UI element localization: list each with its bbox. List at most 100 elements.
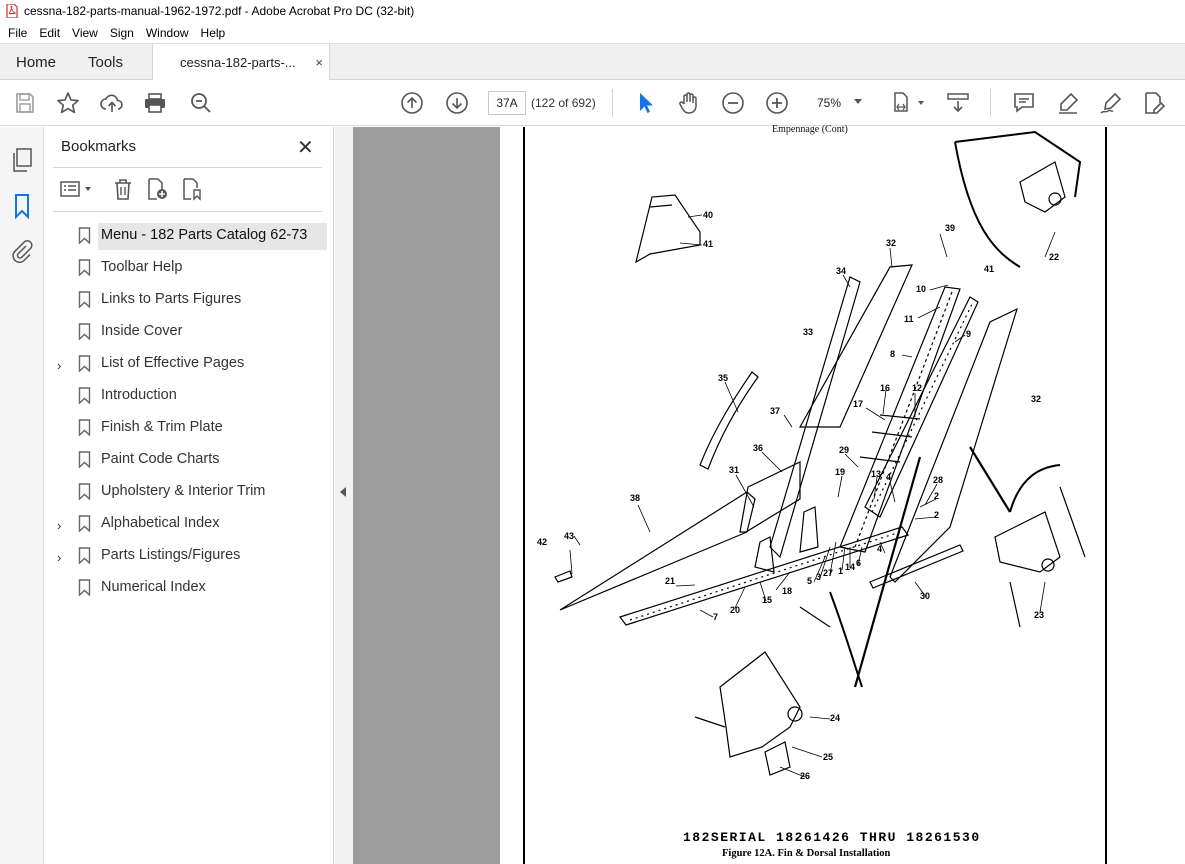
bookmark-label: Numerical Index bbox=[101, 579, 206, 595]
svg-text:21: 21 bbox=[665, 576, 675, 586]
bookmark-item-introduction[interactable]: Introduction bbox=[44, 380, 334, 412]
bookmark-item-upholstery-interior-trim[interactable]: Upholstery & Interior Trim bbox=[44, 476, 334, 508]
bookmark-label: Toolbar Help bbox=[101, 259, 183, 275]
svg-text:1: 1 bbox=[838, 566, 843, 576]
svg-text:22: 22 bbox=[1049, 252, 1059, 262]
select-cursor-icon[interactable] bbox=[634, 91, 658, 115]
detail-outline bbox=[829, 591, 863, 688]
close-tab-icon[interactable]: × bbox=[315, 55, 323, 70]
bookmark-search-icon[interactable] bbox=[180, 177, 204, 201]
bookmark-list: Menu - 182 Parts Catalog 62-73 Toolbar H… bbox=[44, 220, 334, 604]
close-icon[interactable]: ✕ bbox=[297, 135, 314, 160]
main-toolbar: 37A (122 of 692) 75% bbox=[0, 80, 1185, 126]
menu-help[interactable]: Help bbox=[195, 26, 232, 40]
svg-text:34: 34 bbox=[836, 266, 846, 276]
chevron-right-icon[interactable]: › bbox=[57, 518, 61, 533]
svg-text:24: 24 bbox=[830, 713, 840, 723]
bookmark-item-numerical-index[interactable]: Numerical Index bbox=[44, 572, 334, 604]
bookmark-flag-icon bbox=[78, 547, 91, 564]
bookmark-label: Parts Listings/Figures bbox=[101, 547, 241, 563]
svg-text:14: 14 bbox=[845, 562, 855, 572]
hand-icon[interactable] bbox=[677, 91, 701, 115]
svg-text:2: 2 bbox=[934, 491, 939, 501]
svg-text:19: 19 bbox=[835, 467, 845, 477]
bookmark-flag-icon bbox=[78, 387, 91, 404]
delete-bookmark-icon[interactable] bbox=[111, 177, 135, 201]
panel-collapse-strip[interactable] bbox=[335, 127, 353, 864]
tab-document[interactable]: cessna-182-parts-... × bbox=[152, 44, 330, 81]
bookmark-item-paint-code-charts[interactable]: Paint Code Charts bbox=[44, 444, 334, 476]
detail-lines bbox=[694, 606, 831, 728]
lower-channel bbox=[619, 526, 909, 626]
bookmark-item-list-of-effective-pages[interactable]: › List of Effective Pages bbox=[44, 348, 334, 380]
zoom-out-icon[interactable] bbox=[721, 91, 745, 115]
scroll-mode-icon[interactable] bbox=[946, 91, 970, 115]
bookmark-label: Introduction bbox=[101, 387, 177, 403]
menu-window[interactable]: Window bbox=[140, 26, 195, 40]
bookmark-label: Upholstery & Interior Trim bbox=[101, 483, 266, 499]
tab-tools[interactable]: Tools bbox=[88, 44, 123, 80]
fairing-detail bbox=[649, 204, 673, 208]
svg-text:4: 4 bbox=[877, 544, 882, 554]
bookmark-label: Inside Cover bbox=[101, 323, 183, 339]
bookmark-flag-icon bbox=[78, 451, 91, 468]
bookmark-icon[interactable] bbox=[10, 193, 34, 219]
fin-skin-right bbox=[889, 307, 1018, 583]
bracket-detail-23 bbox=[994, 511, 1061, 573]
bookmark-options-icon[interactable] bbox=[59, 177, 95, 201]
svg-text:36: 36 bbox=[753, 443, 763, 453]
document-viewport[interactable]: Empennage (Cont) 40 41 39 32 34 10 41 11… bbox=[335, 124, 1185, 864]
svg-text:30: 30 bbox=[920, 591, 930, 601]
bookmark-item-toolbar-help[interactable]: Toolbar Help bbox=[44, 252, 334, 284]
bookmark-flag-icon bbox=[78, 291, 91, 308]
bookmark-item-finish-trim-plate[interactable]: Finish & Trim Plate bbox=[44, 412, 334, 444]
tab-home[interactable]: Home bbox=[16, 44, 56, 80]
attachment-icon[interactable] bbox=[10, 239, 34, 265]
bookmark-item-menu[interactable]: Menu - 182 Parts Catalog 62-73 bbox=[44, 220, 334, 252]
svg-text:12: 12 bbox=[912, 383, 922, 393]
menu-edit[interactable]: Edit bbox=[33, 26, 66, 40]
fit-page-icon[interactable] bbox=[892, 91, 926, 115]
bookmarks-panel: Bookmarks ✕ Menu - 182 Parts Catalog 62-… bbox=[44, 127, 334, 864]
page-down-icon[interactable] bbox=[445, 91, 469, 115]
zoom-select[interactable]: 75% bbox=[808, 91, 868, 115]
comment-icon[interactable] bbox=[1012, 91, 1036, 115]
menu-file[interactable]: File bbox=[2, 26, 33, 40]
chevron-right-icon[interactable]: › bbox=[57, 550, 61, 565]
save-icon[interactable] bbox=[13, 91, 37, 115]
edit-pdf-icon[interactable] bbox=[1142, 91, 1166, 115]
page-up-icon[interactable] bbox=[400, 91, 424, 115]
menu-bar: File Edit View Sign Window Help bbox=[0, 22, 1185, 43]
bookmark-flag-icon bbox=[78, 259, 91, 276]
pages-icon[interactable] bbox=[10, 147, 34, 173]
bookmark-item-inside-cover[interactable]: Inside Cover bbox=[44, 316, 334, 348]
svg-text:43: 43 bbox=[564, 531, 574, 541]
pdf-page: Empennage (Cont) 40 41 39 32 34 10 41 11… bbox=[500, 124, 1185, 864]
print-icon[interactable] bbox=[143, 91, 167, 115]
highlight-icon[interactable] bbox=[1056, 91, 1080, 115]
svg-text:26: 26 bbox=[800, 771, 810, 781]
star-icon[interactable] bbox=[56, 91, 80, 115]
search-zoom-icon[interactable] bbox=[189, 91, 213, 115]
new-bookmark-icon[interactable] bbox=[145, 177, 169, 201]
svg-text:2: 2 bbox=[934, 510, 939, 520]
sign-icon[interactable] bbox=[1099, 91, 1123, 115]
page-number-input[interactable]: 37A bbox=[488, 91, 526, 115]
rib-part bbox=[754, 536, 775, 573]
svg-text:16: 16 bbox=[880, 383, 890, 393]
svg-text:15: 15 bbox=[762, 595, 772, 605]
bookmark-item-alphabetical-index[interactable]: › Alphabetical Index bbox=[44, 508, 334, 540]
svg-text:10: 10 bbox=[916, 284, 926, 294]
upload-icon[interactable] bbox=[100, 91, 124, 115]
svg-text:37: 37 bbox=[770, 406, 780, 416]
zoom-in-icon[interactable] bbox=[765, 91, 789, 115]
bookmark-item-parts-listings-figures[interactable]: › Parts Listings/Figures bbox=[44, 540, 334, 572]
menu-view[interactable]: View bbox=[66, 26, 104, 40]
rear-spar bbox=[839, 286, 961, 553]
toolbar-divider bbox=[990, 89, 991, 117]
svg-text:32: 32 bbox=[886, 238, 896, 248]
collapse-panel-icon[interactable] bbox=[340, 487, 346, 497]
bookmark-item-links-to-parts-figures[interactable]: Links to Parts Figures bbox=[44, 284, 334, 316]
menu-sign[interactable]: Sign bbox=[104, 26, 140, 40]
chevron-right-icon[interactable]: › bbox=[57, 358, 61, 373]
